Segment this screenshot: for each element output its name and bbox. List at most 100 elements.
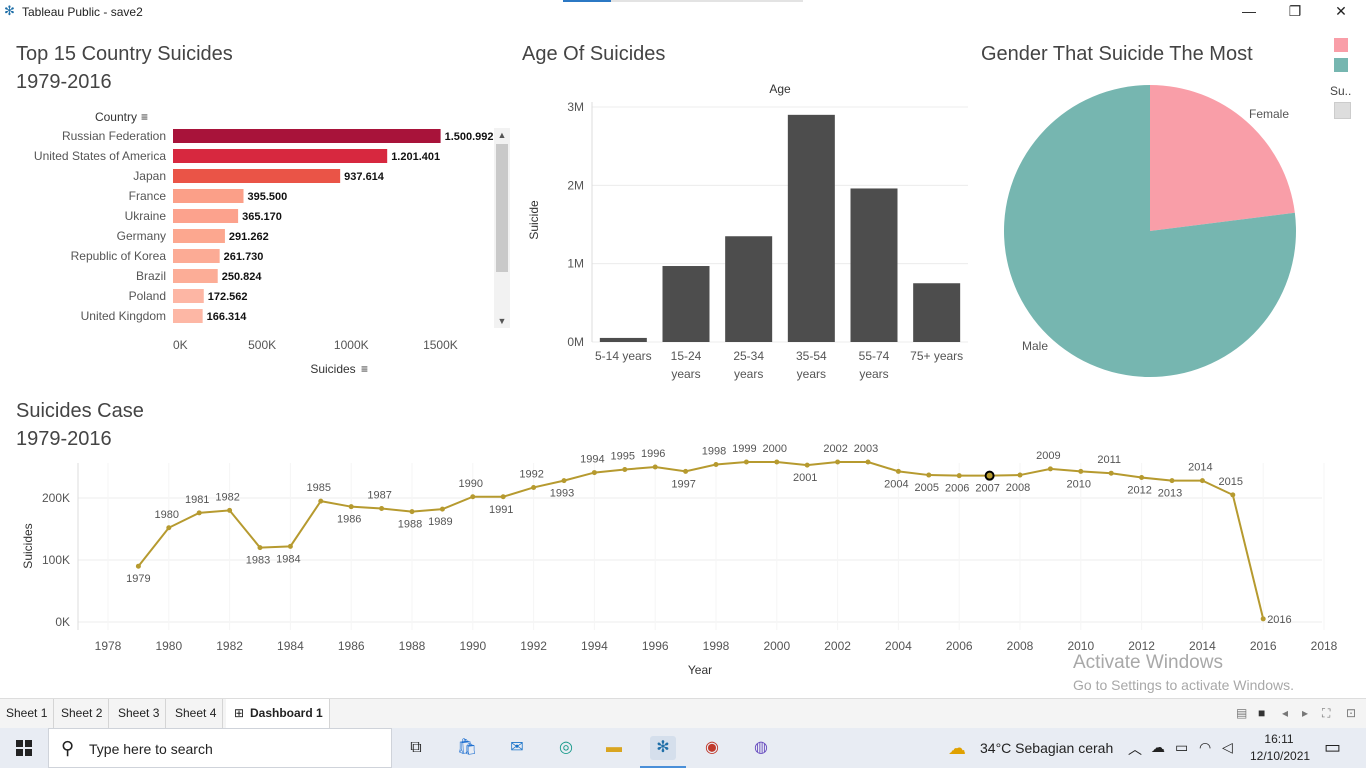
- notifications-icon[interactable]: ▭: [1324, 737, 1341, 758]
- x-tick-label: 1992: [520, 639, 547, 653]
- mail-icon[interactable]: ✉: [504, 736, 530, 760]
- data-point: [1260, 616, 1266, 622]
- age-bar: [850, 188, 898, 342]
- tableau-taskbar-icon[interactable]: ✻: [650, 736, 676, 760]
- tab-sheet-3[interactable]: Sheet 3: [112, 699, 167, 728]
- fit-icon[interactable]: ⛶: [1322, 706, 1330, 721]
- data-point: [865, 459, 871, 465]
- weather-icon: ☁: [948, 738, 966, 758]
- windows-taskbar: ⚲ Type here to search ⧉ 🛍 ✉ ◎ ▬ ✻ ◉ ◍ ☁ …: [0, 728, 1366, 768]
- country-bar: [173, 169, 341, 183]
- size-legend-title: Su..: [1330, 84, 1352, 98]
- onedrive-icon[interactable]: ☁: [1151, 739, 1165, 756]
- prev-sheet-icon[interactable]: ◂: [1282, 706, 1288, 720]
- sort-icon: ≡: [361, 362, 368, 376]
- data-point: [591, 470, 597, 476]
- bar-value-label: 166.314: [207, 311, 248, 323]
- country-label: United States of America: [34, 149, 166, 163]
- x-tick-label: 1990: [459, 639, 486, 653]
- task-view-icon[interactable]: ⧉: [403, 736, 429, 760]
- data-point: [500, 494, 506, 500]
- bar-value-label: 365.170: [242, 211, 282, 223]
- country-label: France: [129, 189, 167, 203]
- legend-swatch-male[interactable]: [1334, 58, 1348, 72]
- point-year-label: 2003: [854, 443, 878, 455]
- tab-dashboard-1[interactable]: ⊞ Dashboard 1: [226, 699, 330, 728]
- scroll-down-arrow-icon[interactable]: ▼: [494, 314, 510, 328]
- top15-scrollbar[interactable]: ▲ ▼: [494, 128, 510, 328]
- taskbar-search-input[interactable]: ⚲ Type here to search: [48, 728, 392, 768]
- country-bar: [173, 309, 203, 323]
- edge-browser-icon[interactable]: ◎: [553, 736, 579, 760]
- country-label: Russian Federation: [62, 129, 166, 143]
- x-tick-label: 2008: [1007, 639, 1034, 653]
- point-year-label: 1992: [519, 468, 543, 480]
- x-axis-title: Suicides: [310, 362, 355, 376]
- scrollbar-thumb[interactable]: [496, 144, 508, 272]
- gender-pie-chart[interactable]: Female Male: [990, 80, 1320, 390]
- present-icon[interactable]: ⊡: [1346, 706, 1356, 720]
- data-point: [1047, 466, 1053, 472]
- suicides-line-chart[interactable]: 0K 100K 200K 1978 1980 1982 1984 1986 1988 1990 19…: [0, 443, 1366, 685]
- point-year-label: 2015: [1219, 476, 1243, 488]
- x-tick-label: 1996: [642, 639, 669, 653]
- volume-icon[interactable]: ◁: [1222, 739, 1233, 756]
- data-point: [1199, 478, 1205, 484]
- close-button[interactable]: ✕: [1318, 0, 1364, 24]
- next-sheet-icon[interactable]: ▸: [1302, 706, 1308, 720]
- age-bar-chart[interactable]: Age 0M 1M 2M 3M Suicide 5-14 years 15-24 years 25…: [520, 78, 980, 388]
- data-point: [348, 504, 354, 510]
- data-point: [895, 468, 901, 474]
- point-year-label: 1995: [611, 450, 635, 462]
- tab-sheet-4[interactable]: Sheet 4: [169, 699, 224, 728]
- trend-title: Suicides Case: [16, 400, 144, 422]
- age-label: years: [797, 367, 826, 381]
- point-year-label: 2011: [1097, 454, 1121, 466]
- x-tick-label: 2018: [1311, 639, 1338, 653]
- point-year-label: 1987: [367, 490, 391, 502]
- size-legend-box[interactable]: [1334, 102, 1351, 119]
- data-point: [409, 509, 415, 515]
- point-year-label: 1994: [580, 454, 604, 466]
- legend-swatch-female[interactable]: [1334, 38, 1348, 52]
- clock-date: 12/10/2021: [1250, 749, 1311, 763]
- bar-value-label: 250.824: [222, 271, 263, 283]
- restore-button[interactable]: ❐: [1272, 0, 1318, 24]
- point-year-label: 1996: [641, 448, 665, 460]
- point-year-label: 2001: [793, 472, 817, 484]
- data-point: [227, 507, 233, 513]
- minimize-button[interactable]: —: [1226, 0, 1272, 24]
- activate-windows-hint: Go to Settings to activate Windows.: [1073, 677, 1294, 693]
- x-tick-label: 1000K: [334, 338, 369, 352]
- windows-start-icon[interactable]: [0, 728, 48, 768]
- point-year-label: 2000: [763, 443, 787, 455]
- bar-value-label: 261.730: [224, 251, 264, 263]
- tab-view-icon[interactable]: ■: [1258, 706, 1265, 720]
- battery-icon[interactable]: ▭: [1175, 739, 1188, 756]
- country-bar: [173, 149, 388, 163]
- show-hidden-icons-icon[interactable]: ︿: [1128, 739, 1142, 759]
- point-year-label: 1993: [550, 488, 574, 500]
- point-year-label: 2010: [1067, 478, 1091, 490]
- dashboard-icon: ⊞: [234, 706, 245, 720]
- y-tick-label: 0M: [567, 335, 584, 349]
- file-explorer-icon[interactable]: ▬: [601, 736, 627, 760]
- scroll-up-arrow-icon[interactable]: ▲: [494, 128, 510, 142]
- taskbar-clock[interactable]: 16:11 12/10/2021: [1250, 731, 1311, 765]
- y-axis-title: Suicides: [21, 523, 35, 568]
- wifi-icon[interactable]: ◠: [1199, 739, 1211, 756]
- filmstrip-view-icon[interactable]: ▤: [1236, 706, 1247, 720]
- discord-app-icon[interactable]: ◍: [748, 736, 774, 760]
- chrome-icon[interactable]: ◉: [699, 736, 725, 760]
- tab-sheet-2[interactable]: Sheet 2: [55, 699, 110, 728]
- data-point: [166, 525, 172, 531]
- microsoft-store-icon[interactable]: 🛍: [454, 736, 480, 760]
- gender-title: Gender That Suicide The Most: [981, 43, 1253, 65]
- point-year-label: 2006: [945, 483, 969, 495]
- x-tick-label: 2014: [1189, 639, 1216, 653]
- data-point: [379, 506, 385, 512]
- tab-sheet-1[interactable]: Sheet 1: [0, 699, 55, 728]
- top15-bar-chart[interactable]: Country ≡ Russian Federation 1.500.992 Unite…: [0, 100, 520, 385]
- weather-text[interactable]: 34°C Sebagian cerah: [980, 740, 1113, 756]
- pie-label-female: Female: [1249, 107, 1289, 121]
